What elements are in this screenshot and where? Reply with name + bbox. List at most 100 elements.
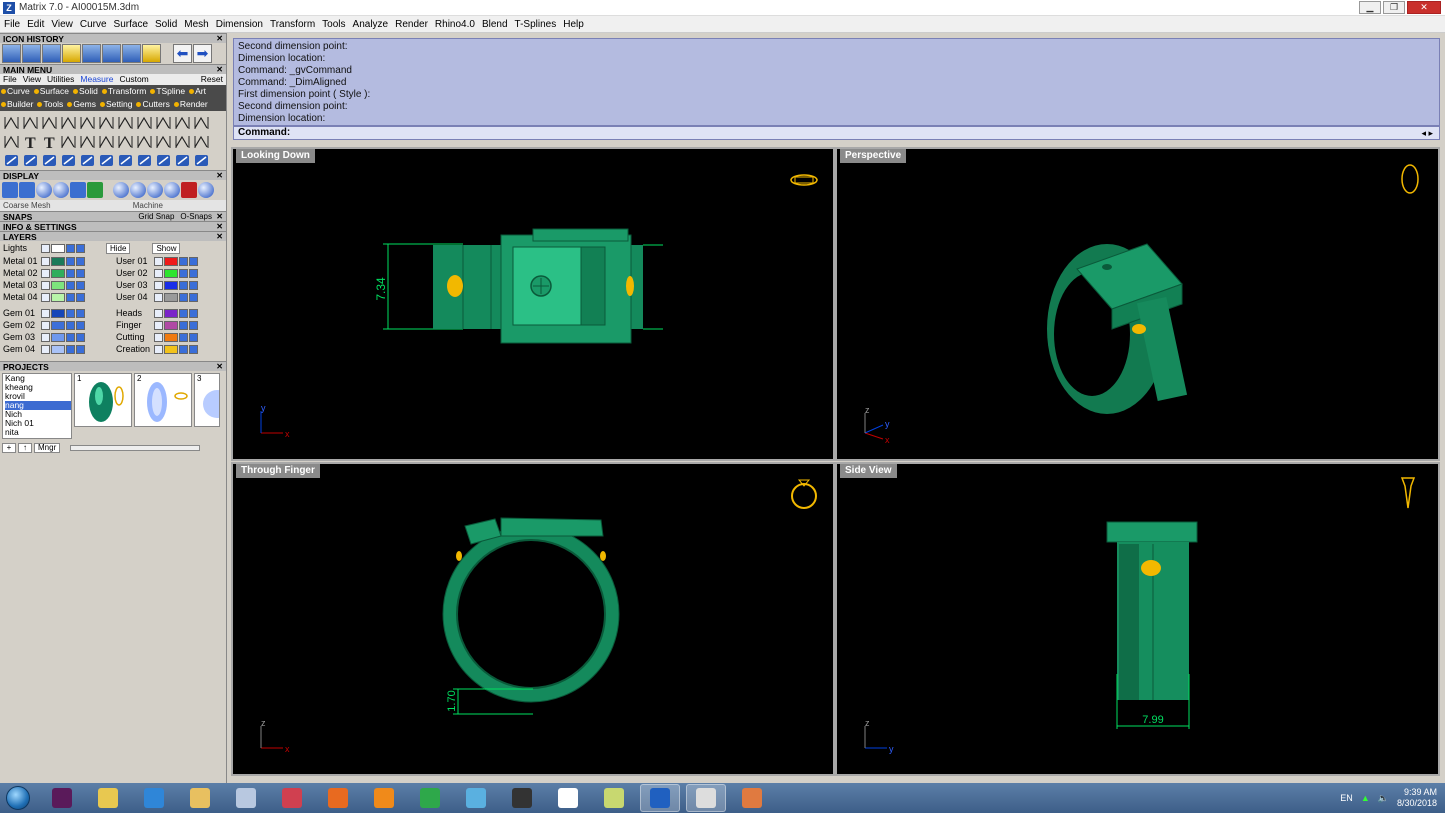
close-icon[interactable]: ✕	[216, 34, 223, 44]
category-curve[interactable]: Curve	[1, 85, 32, 98]
dimension-tool-icon[interactable]	[154, 132, 171, 149]
viewport-label[interactable]: Through Finger	[236, 464, 320, 478]
expand-icon[interactable]	[154, 320, 163, 330]
layer-row[interactable]: Finger	[113, 319, 199, 331]
taskbar-matrix-icon[interactable]	[640, 784, 680, 812]
category-render[interactable]: Render	[173, 98, 210, 111]
dimension-tool-icon[interactable]	[173, 132, 190, 149]
expand-icon[interactable]	[41, 332, 50, 342]
lock-icon[interactable]	[66, 243, 75, 253]
up-arrow-icon[interactable]: ↑	[18, 443, 32, 453]
dimension-tool-icon[interactable]	[135, 132, 152, 149]
layer-row[interactable]: Metal 04	[0, 291, 86, 303]
dimension-tool-icon[interactable]	[135, 113, 152, 130]
taskbar-snipping-icon[interactable]	[272, 784, 312, 812]
layer-color-swatch[interactable]	[164, 308, 178, 318]
layer-color-swatch[interactable]	[51, 280, 65, 290]
add-project-button[interactable]: +	[2, 443, 16, 453]
layer-color-swatch[interactable]	[51, 320, 65, 330]
taskbar-firefox-icon[interactable]	[318, 784, 358, 812]
dimension-tool-icon[interactable]	[97, 113, 114, 130]
lock-icon[interactable]	[179, 268, 188, 278]
lock-icon[interactable]	[179, 292, 188, 302]
render-red-icon[interactable]	[181, 182, 197, 198]
layer-color-swatch[interactable]	[51, 344, 65, 354]
start-button[interactable]	[0, 783, 36, 813]
dimension-tool-icon[interactable]	[78, 113, 95, 130]
main-tab-custom[interactable]: Custom	[119, 74, 148, 85]
visible-icon[interactable]	[189, 268, 198, 278]
layers-header[interactable]: LAYERS ✕	[0, 231, 226, 242]
layer-row[interactable]: User 01	[113, 255, 199, 267]
menu-blend[interactable]: Blend	[482, 19, 508, 30]
dimension-tool-icon[interactable]	[116, 132, 133, 149]
expand-icon[interactable]	[154, 256, 163, 266]
category-transform[interactable]: Transform	[101, 85, 148, 98]
taskbar-paint-icon[interactable]	[732, 784, 772, 812]
category-builder[interactable]: Builder	[1, 98, 35, 111]
expand-icon[interactable]	[154, 280, 163, 290]
taskbar-folder-icon[interactable]	[88, 784, 128, 812]
menu-solid[interactable]: Solid	[155, 19, 177, 30]
taskbar-calculator-icon[interactable]	[226, 784, 266, 812]
layer-row[interactable]: Cutting	[113, 331, 199, 343]
dimension-tool-icon[interactable]	[97, 151, 114, 168]
menu-surface[interactable]: Surface	[114, 19, 148, 30]
project-item[interactable]: nita	[5, 428, 71, 437]
dimension-tool-icon[interactable]	[154, 113, 171, 130]
project-list[interactable]: Kang kheang krovil nang Nich Nich 01 nita	[2, 373, 72, 439]
layer-row[interactable]: User 02	[113, 267, 199, 279]
menu-rhino4-0[interactable]: Rhino4.0	[435, 19, 475, 30]
restore-button[interactable]: ❐	[1383, 1, 1405, 14]
dimension-tool-icon[interactable]	[173, 113, 190, 130]
visible-icon[interactable]	[76, 308, 85, 318]
network-icon[interactable]: ▲	[1361, 793, 1370, 803]
dimension-tool-icon[interactable]: T	[21, 132, 38, 152]
icon-history-header[interactable]: ICON HISTORY ✕	[0, 33, 226, 44]
close-button[interactable]: ✕	[1407, 1, 1441, 14]
viewport-looking-down[interactable]: 7.34 x y Looking Down	[231, 147, 835, 461]
dimension-tool-icon[interactable]	[2, 113, 19, 130]
viewport-perspective[interactable]: x y z Perspective	[835, 147, 1440, 461]
expand-icon[interactable]	[154, 292, 163, 302]
snaps-header[interactable]: SNAPS Grid Snap O-Snaps ✕	[0, 211, 226, 222]
menu-tools[interactable]: Tools	[322, 19, 345, 30]
dimension-tool-icon[interactable]	[21, 151, 38, 168]
ghost-mode-icon[interactable]	[70, 182, 86, 198]
visible-icon[interactable]	[76, 280, 85, 290]
category-solid[interactable]: Solid	[72, 85, 100, 98]
material-ball-icon[interactable]	[198, 182, 214, 198]
menu-mesh[interactable]: Mesh	[184, 19, 208, 30]
dimension-tool-icon[interactable]	[59, 113, 76, 130]
category-cutters[interactable]: Cutters	[136, 98, 171, 111]
menu-help[interactable]: Help	[563, 19, 584, 30]
lock-icon[interactable]	[66, 292, 75, 302]
dimension-tool-icon[interactable]	[173, 151, 190, 168]
layer-color-swatch[interactable]	[51, 308, 65, 318]
layer-color-swatch[interactable]	[164, 320, 178, 330]
dimension-tool-icon[interactable]	[192, 132, 209, 149]
lock-icon[interactable]	[179, 308, 188, 318]
expand-icon[interactable]	[154, 308, 163, 318]
dimension-tool-icon[interactable]	[40, 151, 57, 168]
visible-icon[interactable]	[189, 308, 198, 318]
category-art[interactable]: Art	[189, 85, 208, 98]
expand-icon[interactable]	[41, 268, 50, 278]
expand-icon[interactable]	[41, 292, 50, 302]
dimension-tool-icon[interactable]	[192, 151, 209, 168]
xray-mode-icon[interactable]	[87, 182, 103, 198]
layer-row[interactable]: Gem 04	[0, 343, 86, 355]
volume-icon[interactable]: 🔈	[1378, 793, 1389, 804]
language-indicator[interactable]: EN	[1340, 793, 1353, 803]
minimize-button[interactable]: ▁	[1359, 1, 1381, 14]
viewport-through-finger[interactable]: 1.70 x z Through Finger	[231, 462, 835, 776]
main-tab-view[interactable]: View	[23, 74, 41, 85]
manager-button[interactable]: Mngr	[34, 443, 61, 453]
visible-icon[interactable]	[76, 256, 85, 266]
layer-row[interactable]: Creation	[113, 343, 199, 355]
taskbar-eraser-icon[interactable]	[456, 784, 496, 812]
info-settings-header[interactable]: INFO & SETTINGS ✕	[0, 221, 226, 232]
history-tool-icon[interactable]	[22, 44, 41, 63]
close-icon[interactable]: ✕	[216, 171, 223, 181]
viewport-label[interactable]: Side View	[840, 464, 897, 478]
